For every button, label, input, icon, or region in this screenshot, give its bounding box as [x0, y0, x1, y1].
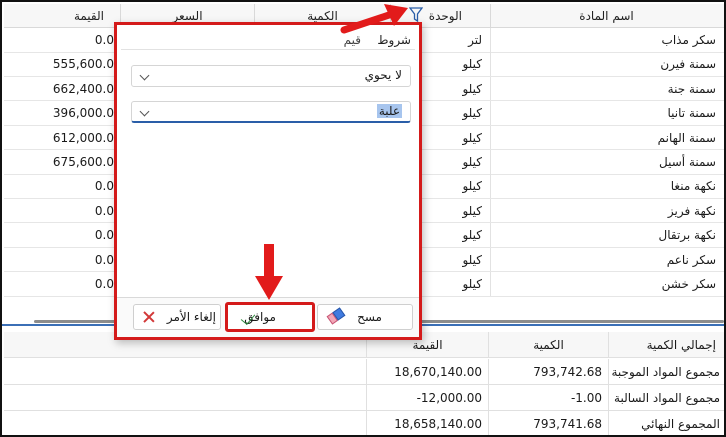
item-name-cell: سمنة جنة	[490, 76, 722, 101]
summary-quantity: 793,741.68	[488, 411, 608, 435]
value-cell: 0.0	[94, 179, 114, 194]
value-cell: 0.0	[94, 33, 114, 47]
tabs-divider	[121, 49, 415, 50]
summary-row: 18,658,140.00 793,741.68 المجموع النهائي	[4, 411, 724, 435]
item-name-cell: سمنة الهانم	[490, 125, 722, 150]
value-cell: 0.0	[94, 228, 114, 243]
summary-value: -12,000.00	[366, 385, 488, 411]
filter-icon[interactable]	[409, 7, 423, 23]
summary-quantity: 793,742.68	[488, 359, 608, 385]
summary-header-label: إجمالي الكمية	[608, 332, 724, 358]
summary-row: 18,670,140.00 793,742.68 مجموع المواد ال…	[4, 359, 724, 385]
item-name-cell: سمنة أسيل	[490, 150, 722, 174]
value-cell: 0.0	[94, 252, 114, 267]
clear-button[interactable]: مسح	[317, 304, 413, 330]
item-name-cell: سكر خشن	[490, 272, 722, 296]
item-name-cell: نكهة فريز	[490, 198, 722, 223]
clear-button-label: مسح	[357, 310, 382, 324]
filter-value-selection: علبة	[376, 104, 402, 118]
chevron-down-icon	[139, 70, 150, 81]
summary-empty	[4, 385, 366, 411]
summary-empty	[4, 359, 366, 385]
cancel-button[interactable]: إلغاء الأمر	[133, 304, 221, 330]
close-icon	[142, 310, 156, 324]
operator-select[interactable]: لا يحوي	[131, 65, 411, 87]
value-cell: 0.0	[94, 203, 114, 218]
filter-value-text: علبة	[376, 104, 402, 118]
item-name-cell: سمنة تانيا	[490, 101, 722, 125]
item-name-cell: نكهة منغا	[490, 174, 722, 198]
value-cell: 612,000.0	[52, 130, 114, 145]
summary-value: 18,670,140.00	[366, 359, 488, 385]
summary-quantity: -1.00	[488, 385, 608, 411]
cancel-button-label: إلغاء الأمر	[166, 310, 216, 324]
summary-label: مجموع المواد السالبة	[608, 385, 724, 411]
value-cell: 675,600.0	[52, 155, 114, 169]
summary-value: 18,658,140.00	[366, 411, 488, 435]
app-window: اسم المادة الوحدة الكمية السعر القيمة سك…	[0, 0, 726, 437]
summary-label: مجموع المواد الموجبة	[608, 359, 724, 385]
ok-button[interactable]: موافق	[225, 302, 315, 332]
arrow-annotation-icon	[340, 4, 408, 34]
chevron-down-icon	[139, 106, 150, 117]
eraser-icon	[326, 307, 346, 325]
popup-footer: مسح موافق إلغاء الأمر	[117, 297, 419, 337]
column-header-value[interactable]: القيمة	[4, 4, 120, 28]
item-name-cell: نكهة برتقال	[490, 223, 722, 247]
summary-header-quantity: الكمية	[488, 332, 608, 358]
arrow-annotation-icon	[255, 244, 283, 300]
summary-label: المجموع النهائي	[608, 411, 724, 435]
value-cell: 555,600.0	[52, 57, 114, 72]
item-name-cell: سكر مذاب	[490, 28, 722, 52]
summary-grid: القيمة الكمية إجمالي الكمية 18,670,140.0…	[4, 332, 724, 435]
value-cell: 396,000.0	[52, 106, 114, 121]
value-cell: 0.0	[94, 277, 114, 291]
operator-select-value: لا يحوي	[364, 68, 402, 82]
filter-value-input[interactable]: علبة	[131, 101, 411, 123]
column-header-item-name[interactable]: اسم المادة	[490, 4, 722, 28]
item-name-cell: سكر ناعم	[490, 247, 722, 272]
summary-empty	[4, 411, 366, 435]
summary-row: -12,000.00 -1.00 مجموع المواد السالبة	[4, 385, 724, 411]
value-cell: 662,400.0	[52, 81, 114, 96]
item-name-cell: سمنة فيرن	[490, 52, 722, 76]
